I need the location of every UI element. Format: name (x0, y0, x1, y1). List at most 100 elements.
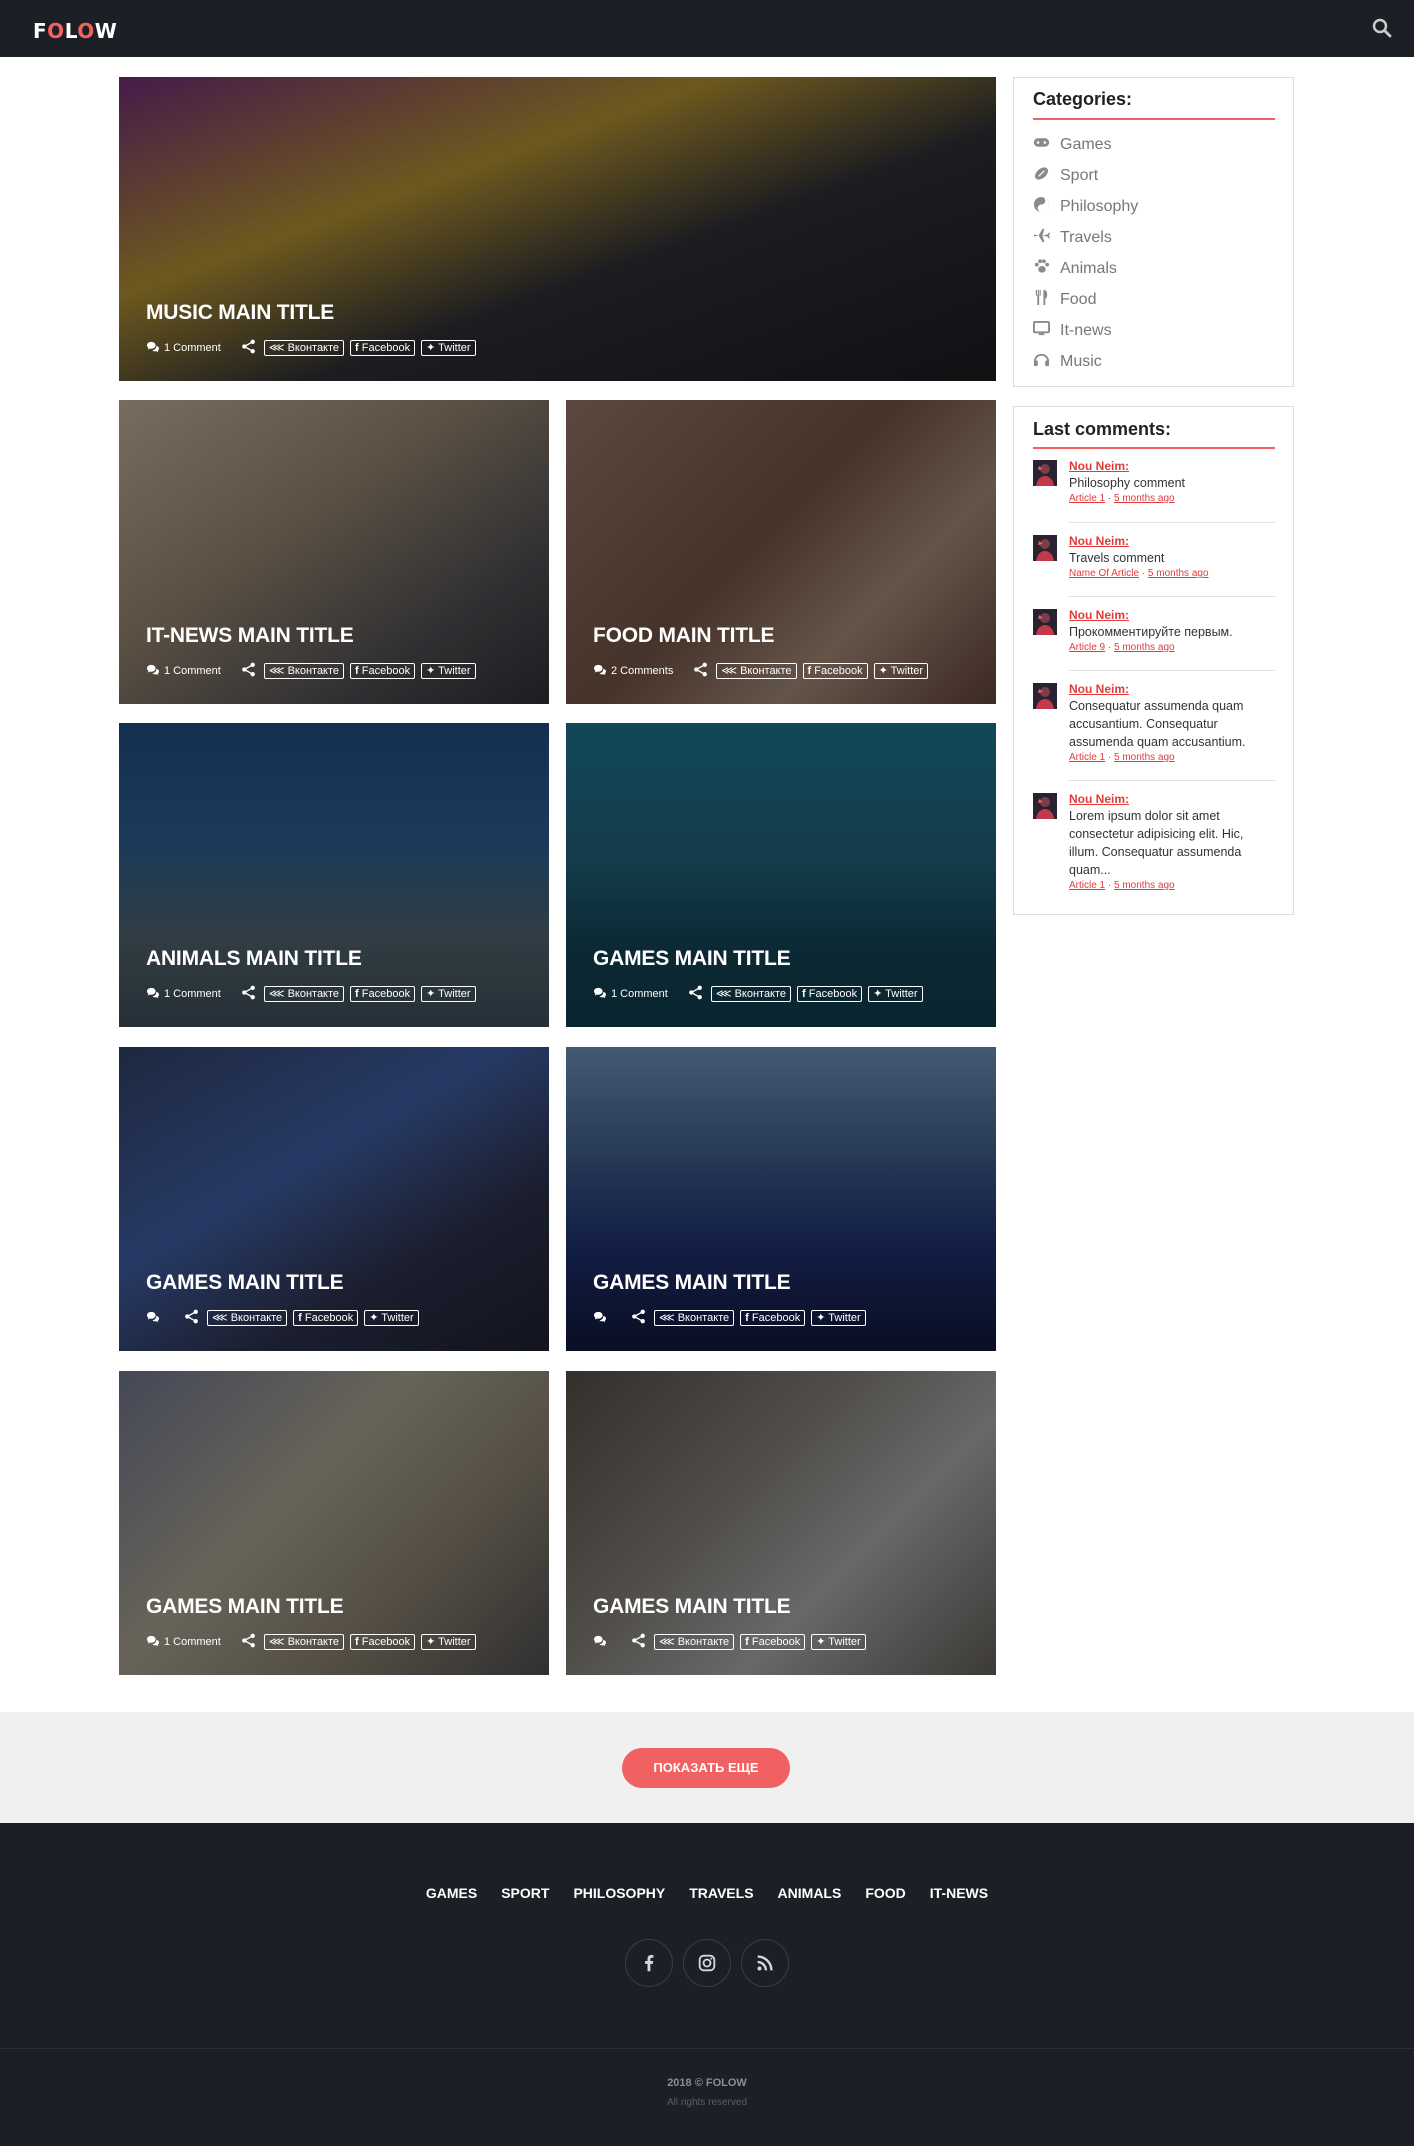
comment-count[interactable]: 1 Comment (146, 341, 221, 356)
comment-author[interactable]: Nou Neim: (1069, 607, 1275, 623)
share-vk-button[interactable]: ⋘ Вконтакте (716, 663, 797, 679)
category-link[interactable]: Games (1033, 135, 1112, 155)
article-title[interactable]: Games main title (146, 1271, 344, 1295)
share-twitter-button[interactable]: ✦ Twitter (421, 1634, 476, 1650)
share-facebook-button[interactable]: f Facebook (350, 1634, 416, 1650)
avatar[interactable] (1033, 535, 1057, 561)
comment-article-link[interactable]: Article 9 (1069, 642, 1105, 653)
article-card[interactable]: Games main title ⋘ Вконтакте f Facebook ✦ T… (566, 1047, 996, 1351)
comment-time-link[interactable]: 5 months ago (1114, 752, 1175, 763)
comment-count[interactable]: 1 Comment (146, 987, 221, 1002)
share-twitter-button[interactable]: ✦ Twitter (421, 340, 476, 356)
share-twitter-button[interactable]: ✦ Twitter (364, 1310, 419, 1326)
comment-article-link[interactable]: Article 1 (1069, 752, 1105, 763)
footer-nav-link[interactable]: PHILOSOPHY (561, 1885, 677, 1901)
comment-count[interactable] (593, 1311, 611, 1326)
comment-author[interactable]: Nou Neim: (1069, 533, 1275, 549)
share-vk-button[interactable]: ⋘ Вконтакте (263, 1634, 345, 1650)
share-vk-button[interactable]: ⋘ Вконтакте (207, 1310, 288, 1326)
share-twitter-button[interactable]: ✦ Twitter (421, 986, 476, 1002)
share-twitter-button[interactable]: ✦ Twitter (868, 986, 923, 1002)
share-facebook-button[interactable]: f Facebook (740, 1634, 806, 1650)
comment-author[interactable]: Nou Neim: (1069, 681, 1275, 697)
share-facebook-button[interactable]: f Facebook (293, 1310, 359, 1326)
avatar[interactable] (1033, 460, 1057, 486)
article-title[interactable]: Animals main title (146, 947, 362, 971)
comment-count[interactable]: 1 Comment (146, 664, 221, 679)
footer-nav-link[interactable]: SPORT (489, 1885, 561, 1901)
instagram-icon[interactable] (683, 1939, 731, 1987)
search-icon[interactable] (1370, 16, 1394, 40)
share-twitter-button[interactable]: ✦ Twitter (811, 1310, 866, 1326)
article-card[interactable]: Music main title 1 Comment ⋘ Вконтакте f Fa… (119, 77, 996, 381)
comment-article-link[interactable]: Article 1 (1069, 880, 1105, 891)
share-vk-button[interactable]: ⋘ Вконтакте (263, 986, 345, 1002)
comment-count[interactable]: 2 Comments (593, 664, 673, 679)
comment-time-link[interactable]: 5 months ago (1114, 880, 1175, 891)
comment-count[interactable]: 1 Comment (593, 987, 668, 1002)
avatar[interactable] (1033, 683, 1057, 709)
category-link[interactable]: Travels (1033, 228, 1112, 248)
rss-icon[interactable] (741, 1939, 789, 1987)
footer-nav-link[interactable]: IT-NEWS (918, 1885, 1000, 1901)
article-card[interactable]: IT-News main title 1 Comment ⋘ Вконтакте f … (119, 400, 549, 704)
article-card[interactable]: Games main title ⋘ Вконтакте f Facebook ✦ T… (119, 1047, 549, 1351)
article-title[interactable]: Games main title (593, 947, 791, 971)
comment-time-link[interactable]: 5 months ago (1148, 568, 1209, 579)
comment-author[interactable]: Nou Neim: (1069, 458, 1275, 474)
share-twitter-button[interactable]: ✦ Twitter (811, 1634, 866, 1650)
category-link[interactable]: Food (1033, 289, 1096, 310)
comment-count[interactable]: 1 Comment (146, 1635, 221, 1650)
share-twitter-button[interactable]: ✦ Twitter (873, 663, 929, 679)
article-card[interactable]: Games main title ⋘ Вконтакте f Facebook ✦ T… (566, 1371, 996, 1675)
category-link[interactable]: Animals (1033, 259, 1117, 279)
category-link[interactable]: Music (1033, 352, 1102, 372)
article-card[interactable]: Games main title 1 Comment ⋘ Вконтакте f Fa… (566, 723, 996, 1027)
comment-count[interactable] (593, 1635, 611, 1650)
footer-nav-link[interactable]: TRAVELS (677, 1885, 765, 1901)
share-facebook-button[interactable]: f Facebook (350, 986, 416, 1002)
share-vk-button[interactable]: ⋘ Вконтакте (263, 663, 345, 679)
share-vk-button[interactable]: ⋘ Вконтакте (710, 986, 792, 1002)
footer-nav-link[interactable]: GAMES (414, 1885, 489, 1901)
article-title[interactable]: Food main title (593, 624, 775, 648)
share-vk-button[interactable]: ⋘ Вконтакте (654, 1634, 735, 1650)
share-vk-button[interactable]: ⋘ Вконтакте (263, 340, 345, 356)
avatar[interactable] (1033, 793, 1057, 819)
category-link[interactable]: Sport (1033, 166, 1098, 186)
share-icon (631, 1633, 646, 1651)
logo-letter: L (64, 19, 78, 43)
share-facebook-button[interactable]: f Facebook (802, 663, 868, 679)
article-title[interactable]: Games main title (593, 1271, 791, 1295)
comment-article-link[interactable]: Name Of Article (1069, 568, 1139, 579)
comment-time-link[interactable]: 5 months ago (1114, 493, 1175, 504)
article-title[interactable]: Games main title (146, 1595, 344, 1619)
comment-author[interactable]: Nou Neim: (1069, 791, 1275, 807)
comment-time-link[interactable]: 5 months ago (1114, 642, 1175, 653)
facebook-icon[interactable] (625, 1939, 673, 1987)
share-facebook-button[interactable]: f Facebook (350, 340, 416, 356)
avatar[interactable] (1033, 609, 1057, 635)
share-vk-button[interactable]: ⋘ Вконтакте (654, 1310, 735, 1326)
rights-text: All rights reserved (666, 2097, 748, 2108)
share-facebook-button[interactable]: f Facebook (797, 986, 863, 1002)
logo-letter: O (47, 19, 65, 43)
article-title[interactable]: Games main title (593, 1595, 791, 1619)
comment-count[interactable] (146, 1311, 164, 1326)
share-twitter-button[interactable]: ✦ Twitter (421, 663, 476, 679)
category-link[interactable]: Philosophy (1033, 196, 1138, 217)
article-card[interactable]: Animals main title 1 Comment ⋘ Вконтакте f … (119, 723, 549, 1027)
site-logo[interactable]: FOLOW (33, 19, 117, 43)
article-title[interactable]: Music main title (146, 301, 334, 325)
share-facebook-button[interactable]: f Facebook (740, 1310, 806, 1326)
footer-nav-link[interactable]: FOOD (853, 1885, 917, 1901)
show-more-button[interactable]: ПОКАЗАТЬ ЕЩЕ (622, 1748, 790, 1788)
footer-nav-link[interactable]: ANIMALS (766, 1885, 854, 1901)
article-card[interactable]: Food main title 2 Comments ⋘ Вконтакте f Fa… (566, 400, 996, 704)
article-title[interactable]: IT-News main title (146, 624, 354, 648)
article-card[interactable]: Games main title 1 Comment ⋘ Вконтакте f Fa… (119, 1371, 549, 1675)
category-link[interactable]: It-news (1033, 320, 1112, 341)
share-vk-label: Вконтакте (734, 988, 787, 1000)
share-facebook-button[interactable]: f Facebook (350, 663, 416, 679)
comment-article-link[interactable]: Article 1 (1069, 493, 1105, 504)
